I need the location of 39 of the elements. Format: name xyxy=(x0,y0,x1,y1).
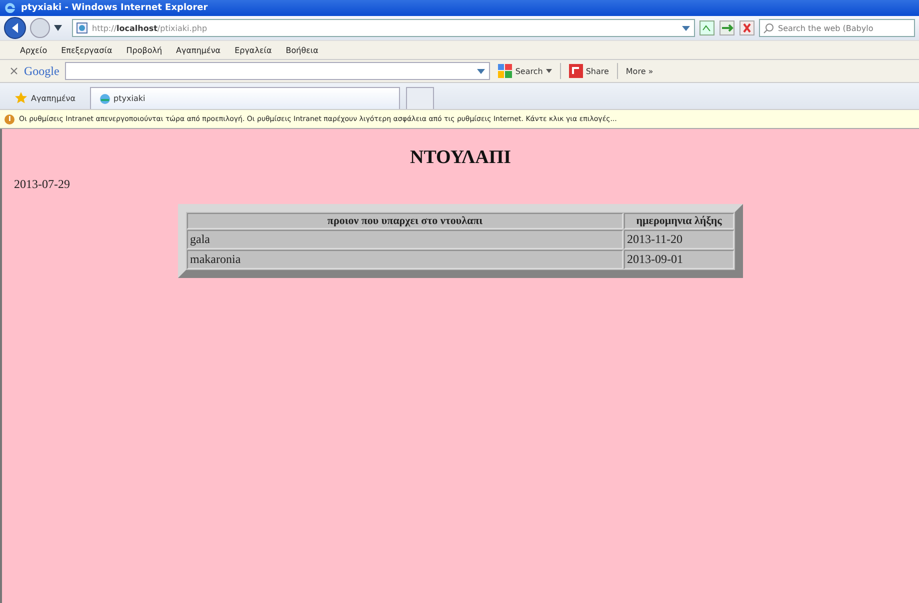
table-cell: gala xyxy=(187,230,623,249)
colored-squares-icon xyxy=(498,64,512,78)
search-button[interactable]: Search xyxy=(496,64,554,78)
menu-item[interactable]: Βοήθεια xyxy=(286,46,318,54)
dropdown-icon[interactable] xyxy=(54,25,62,31)
close-icon[interactable] xyxy=(10,67,18,75)
address-field[interactable]: http://localhost/ptixiaki.php xyxy=(72,19,695,37)
menu-item[interactable]: Αρχείο xyxy=(20,46,48,54)
table-cell: 2013-11-20 xyxy=(624,230,734,249)
table-cell: makaronia xyxy=(187,250,623,269)
menu-item[interactable]: Αγαπημένα xyxy=(176,46,221,54)
menu-item[interactable]: Επεξεργασία xyxy=(61,46,112,54)
share-button[interactable]: Share xyxy=(566,64,611,78)
date-text: 2013-07-29 xyxy=(14,177,71,192)
browser-logo-icon xyxy=(3,1,17,15)
column-header: ημερομηνια λήξης xyxy=(624,213,734,229)
window-title: ptyxiaki - Windows Internet Explorer xyxy=(21,3,208,13)
close-icon[interactable] xyxy=(739,20,755,36)
browser-tab[interactable]: ptyxiaki xyxy=(90,87,400,109)
refresh-icon[interactable] xyxy=(719,20,735,36)
globe-icon xyxy=(98,92,111,104)
page-heading: ΝΤΟΥΛΑΠΙ xyxy=(408,147,512,169)
google-logo: Google xyxy=(24,64,60,78)
dropdown-icon[interactable] xyxy=(681,23,691,33)
star-icon xyxy=(14,91,28,105)
google-search-field[interactable] xyxy=(65,62,490,80)
more-button[interactable]: More » xyxy=(624,66,656,76)
favorites-button[interactable]: Αγαπημένα xyxy=(6,87,84,109)
share-icon xyxy=(568,64,583,78)
page-icon xyxy=(76,22,88,34)
menu-item[interactable]: Προβολή xyxy=(126,46,162,54)
dropdown-icon[interactable] xyxy=(476,66,486,76)
column-header: προιον που υπαρχει στο ντουλαπι xyxy=(187,213,623,229)
menu-item[interactable]: Εργαλεία xyxy=(234,46,272,54)
back-arrow-icon xyxy=(12,23,18,33)
table-cell: 2013-09-01 xyxy=(624,250,734,269)
back-button[interactable] xyxy=(4,17,26,39)
caret-icon xyxy=(546,69,552,73)
search-field[interactable]: Search the web (Babylo xyxy=(759,19,915,37)
